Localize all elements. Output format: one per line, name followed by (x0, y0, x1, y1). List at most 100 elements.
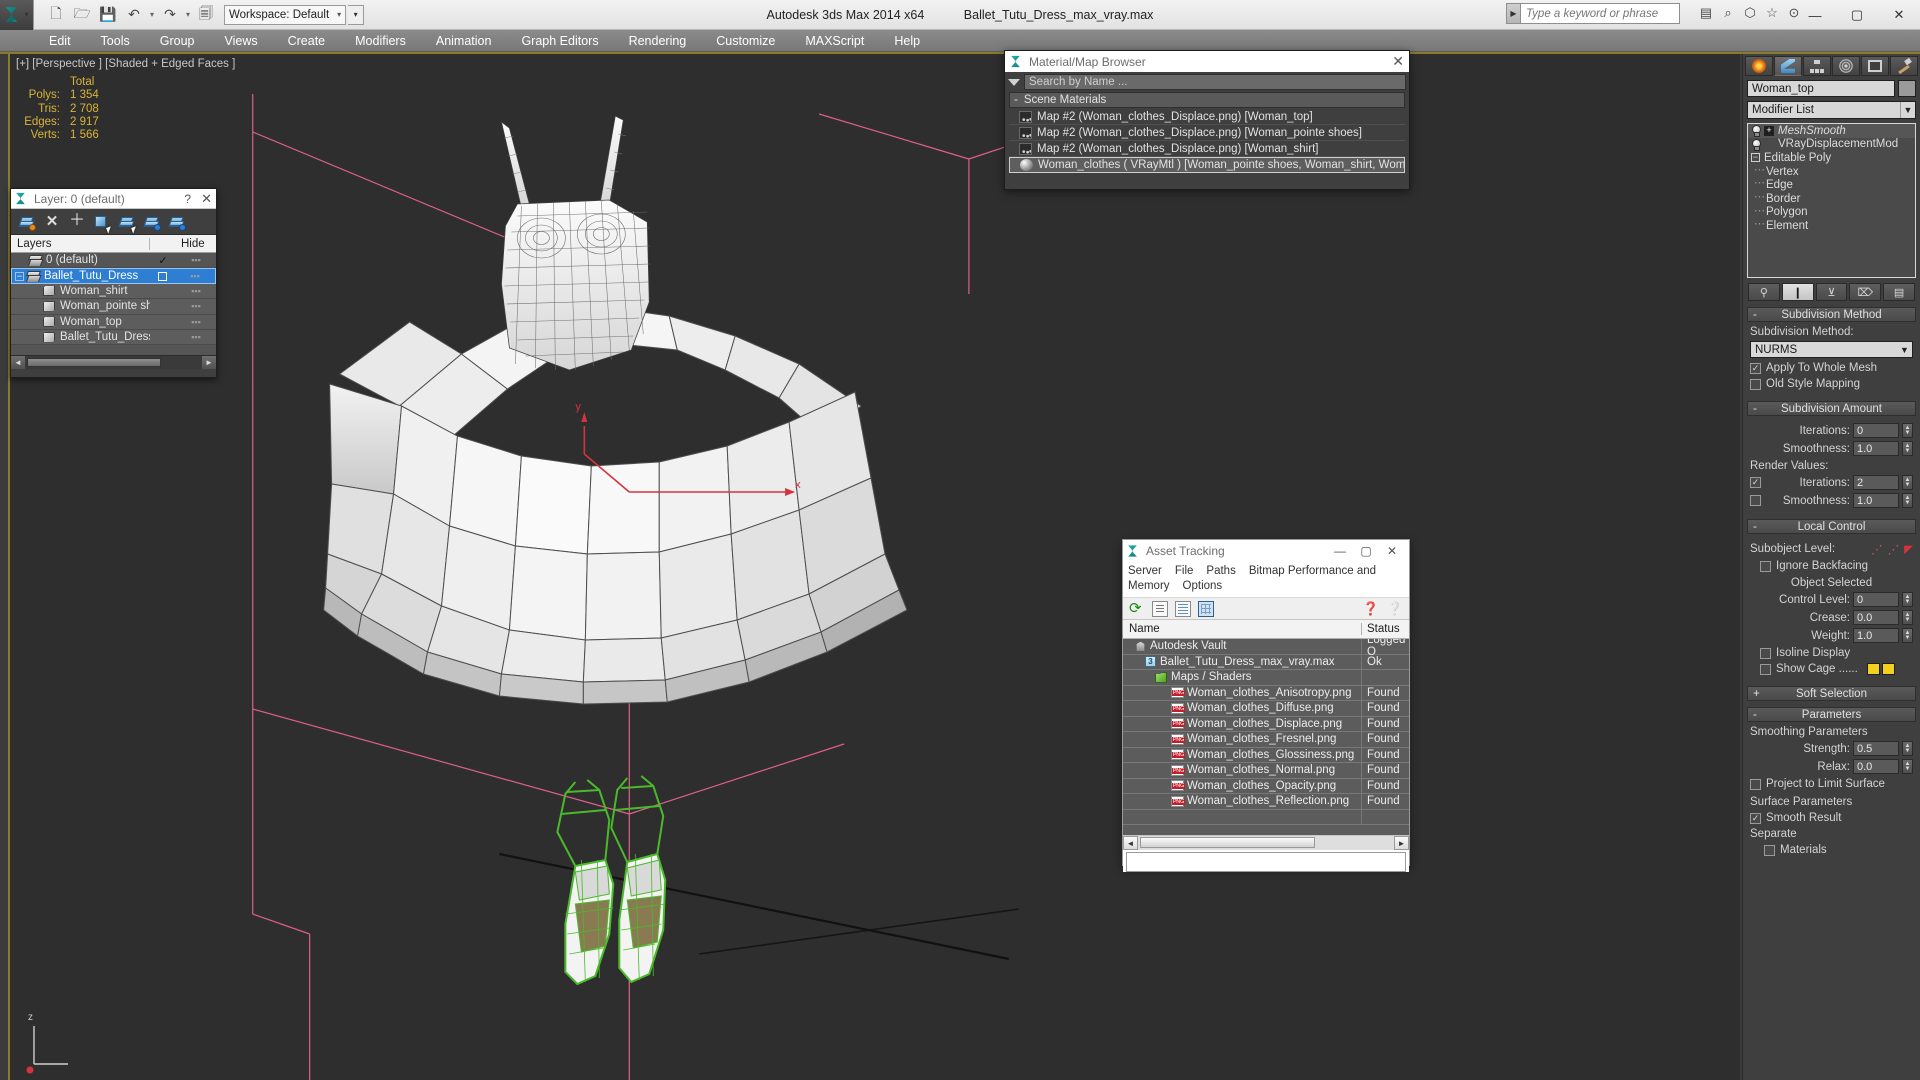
subobject-edge-icon[interactable]: ⋰ (1888, 542, 1900, 556)
scrollbar-thumb[interactable] (27, 358, 161, 367)
list-item[interactable]: Map #2 (Woman_clothes_Displace.png) [Wom… (1009, 109, 1405, 125)
strength-field[interactable]: 0.5 (1853, 741, 1899, 756)
materials-checkbox[interactable] (1764, 844, 1775, 856)
layer-hide-cell[interactable]: ▪▪▪ (175, 271, 215, 281)
menu-modifiers[interactable]: Modifiers (340, 32, 421, 50)
menu-help[interactable]: Help (879, 32, 935, 50)
menu-edit[interactable]: Edit (34, 32, 86, 50)
close-button[interactable]: ✕ (1379, 544, 1405, 558)
select-highlighted-icon[interactable] (118, 214, 138, 234)
close-icon[interactable]: ✕ (201, 191, 212, 207)
render-smoothness-checkbox[interactable] (1750, 495, 1761, 506)
help-icon[interactable]: ? (184, 192, 191, 206)
redo-icon[interactable]: ↷ (158, 4, 182, 26)
list-item[interactable]: Woman_top ▪▪▪ (11, 314, 216, 330)
strength-spinner[interactable]: ▲ ▼ (1902, 741, 1913, 756)
asset-grid-rows[interactable]: Autodesk Vault Logged O 3 Ballet_Tutu_Dr… (1123, 639, 1409, 835)
column-status[interactable]: Status (1362, 623, 1409, 635)
show-cage-row[interactable]: Show Cage ...... (1750, 663, 1913, 675)
subdivision-method-select[interactable]: NURMS ▼ (1750, 341, 1913, 358)
scrollbar-thumb[interactable] (1140, 837, 1315, 848)
list-item[interactable]: Ballet_Tutu_Dress ▪▪▪ (11, 329, 216, 346)
table-row[interactable] (1123, 809, 1409, 825)
rollout-header[interactable]: - Parameters (1747, 707, 1916, 722)
cage-color-swatch-2[interactable] (1881, 663, 1895, 675)
collapse-icon[interactable]: - (1014, 94, 1018, 106)
table-row[interactable]: Woman_clothes_Reflection.png Found (1123, 794, 1409, 810)
scene-materials-group-header[interactable]: - Scene Materials (1009, 92, 1405, 108)
rollout-header[interactable]: - Local Control (1747, 519, 1916, 534)
search-by-name-input[interactable]: Search by Name ... (1024, 74, 1406, 90)
smooth-result-row[interactable]: Smooth Result (1750, 812, 1913, 824)
modifier-stack-item[interactable]: − Editable Poly (1748, 151, 1915, 165)
list-item[interactable]: Woman_pointe shoes ▪▪▪ (11, 299, 216, 315)
smooth-result-checkbox[interactable] (1750, 812, 1761, 824)
render-smoothness-field[interactable]: 1.0 (1853, 493, 1899, 508)
menu-group[interactable]: Group (145, 32, 210, 50)
modifier-stack-item[interactable]: + MeshSmooth (1748, 124, 1915, 138)
menu-customize[interactable]: Customize (701, 32, 790, 50)
modifier-list-dropdown[interactable]: Modifier List ▼ (1747, 101, 1916, 119)
lightbulb-icon[interactable] (1751, 138, 1761, 151)
smoothness-spinner[interactable]: ▲ ▼ (1902, 441, 1913, 456)
control-level-spinner[interactable]: ▲ ▼ (1902, 592, 1913, 607)
menu-create[interactable]: Create (273, 32, 341, 50)
maximize-button[interactable]: ▢ (1836, 0, 1878, 30)
column-name[interactable]: Name (1123, 623, 1362, 635)
workspace-selector[interactable]: Workspace: Default ▾ (224, 4, 347, 25)
save-icon[interactable]: 💾 (96, 4, 120, 26)
undo-icon[interactable]: ↶ (122, 4, 146, 26)
render-smoothness-spinner[interactable]: ▲ ▼ (1902, 493, 1913, 508)
redo-dropdown-icon[interactable]: ▾ (184, 10, 192, 19)
table-row[interactable]: Woman_clothes_Fresnel.png Found (1123, 732, 1409, 748)
menu-views[interactable]: Views (209, 32, 272, 50)
layer-hide-cell[interactable]: ▪▪▪ (176, 301, 216, 311)
subobject-element[interactable]: Element (1748, 217, 1915, 233)
pin-stack-icon[interactable]: ⚲ (1748, 283, 1780, 301)
table-row[interactable]: 3 Ballet_Tutu_Dress_max_vray.max Ok (1123, 654, 1409, 670)
subobject-border[interactable]: Border (1748, 190, 1915, 206)
menu-file[interactable]: File (1175, 565, 1194, 577)
scroll-left-icon[interactable]: ◄ (11, 356, 25, 369)
collapse-icon[interactable]: − (1751, 153, 1760, 163)
minimize-button[interactable]: — (1327, 544, 1353, 558)
relax-field[interactable]: 0.0 (1853, 759, 1899, 774)
iterations-field[interactable]: 0 (1853, 423, 1899, 438)
menu-server[interactable]: Server (1128, 565, 1162, 577)
show-cage-checkbox[interactable] (1760, 663, 1771, 675)
show-end-result-icon[interactable]: ❙ (1781, 283, 1814, 301)
favorites-icon[interactable]: ☆ (1764, 5, 1780, 21)
render-iterations-checkbox[interactable] (1750, 477, 1761, 488)
list-view-icon[interactable] (1152, 600, 1168, 617)
workspace-dropdown-button[interactable]: ▾ (348, 4, 365, 25)
list-item[interactable]: 0 (default) ✓ ▪▪▪ (11, 253, 216, 269)
close-button[interactable]: ✕ (1878, 0, 1920, 30)
modifier-stack[interactable]: + MeshSmooth VRayDisplacementMod − Edita… (1747, 123, 1916, 278)
subobject-edge[interactable]: Edge (1748, 176, 1915, 192)
menu-maxscript[interactable]: MAXScript (790, 32, 879, 50)
rollout-header[interactable]: - Subdivision Method (1747, 307, 1916, 322)
expand-icon[interactable]: + (1764, 125, 1774, 136)
layer-dialog[interactable]: Layer: 0 (default) ? ✕ ✕ ＋ Layers Hide 0… (10, 188, 217, 378)
undo-dropdown-icon[interactable]: ▾ (148, 10, 156, 19)
remove-modifier-icon[interactable]: ⌦ (1849, 283, 1882, 301)
material-list[interactable]: Map #2 (Woman_clothes_Displace.png) [Wom… (1009, 109, 1405, 173)
old-style-mapping-row[interactable]: Old Style Mapping (1750, 378, 1913, 390)
tab-display[interactable] (1861, 56, 1889, 76)
expand-icon[interactable]: + (1753, 688, 1760, 700)
subobject-vertex-icon[interactable]: ⋰ (1871, 542, 1883, 556)
apply-to-whole-mesh-checkbox[interactable] (1750, 362, 1761, 374)
viewport-label[interactable]: [+] [Perspective ] [Shaded + Edged Faces… (16, 58, 235, 70)
report-view-icon[interactable] (1175, 600, 1191, 617)
materials-row[interactable]: Materials (1750, 844, 1913, 856)
new-layer-icon[interactable] (18, 214, 36, 231)
layer-hide-cell[interactable]: ▪▪▪ (176, 332, 216, 342)
help-icon[interactable]: ❓ (1363, 601, 1379, 617)
menu-paths[interactable]: Paths (1206, 565, 1235, 577)
menu-animation[interactable]: Animation (421, 32, 507, 50)
table-row[interactable]: Woman_clothes_Anisotropy.png Found (1123, 685, 1409, 701)
collapse-icon[interactable]: - (1753, 403, 1757, 415)
layer-horizontal-scrollbar[interactable]: ◄ ► (11, 355, 216, 369)
ignore-backfacing-checkbox[interactable] (1760, 560, 1771, 572)
subobject-surface-icon[interactable]: ◤ (1904, 542, 1913, 556)
